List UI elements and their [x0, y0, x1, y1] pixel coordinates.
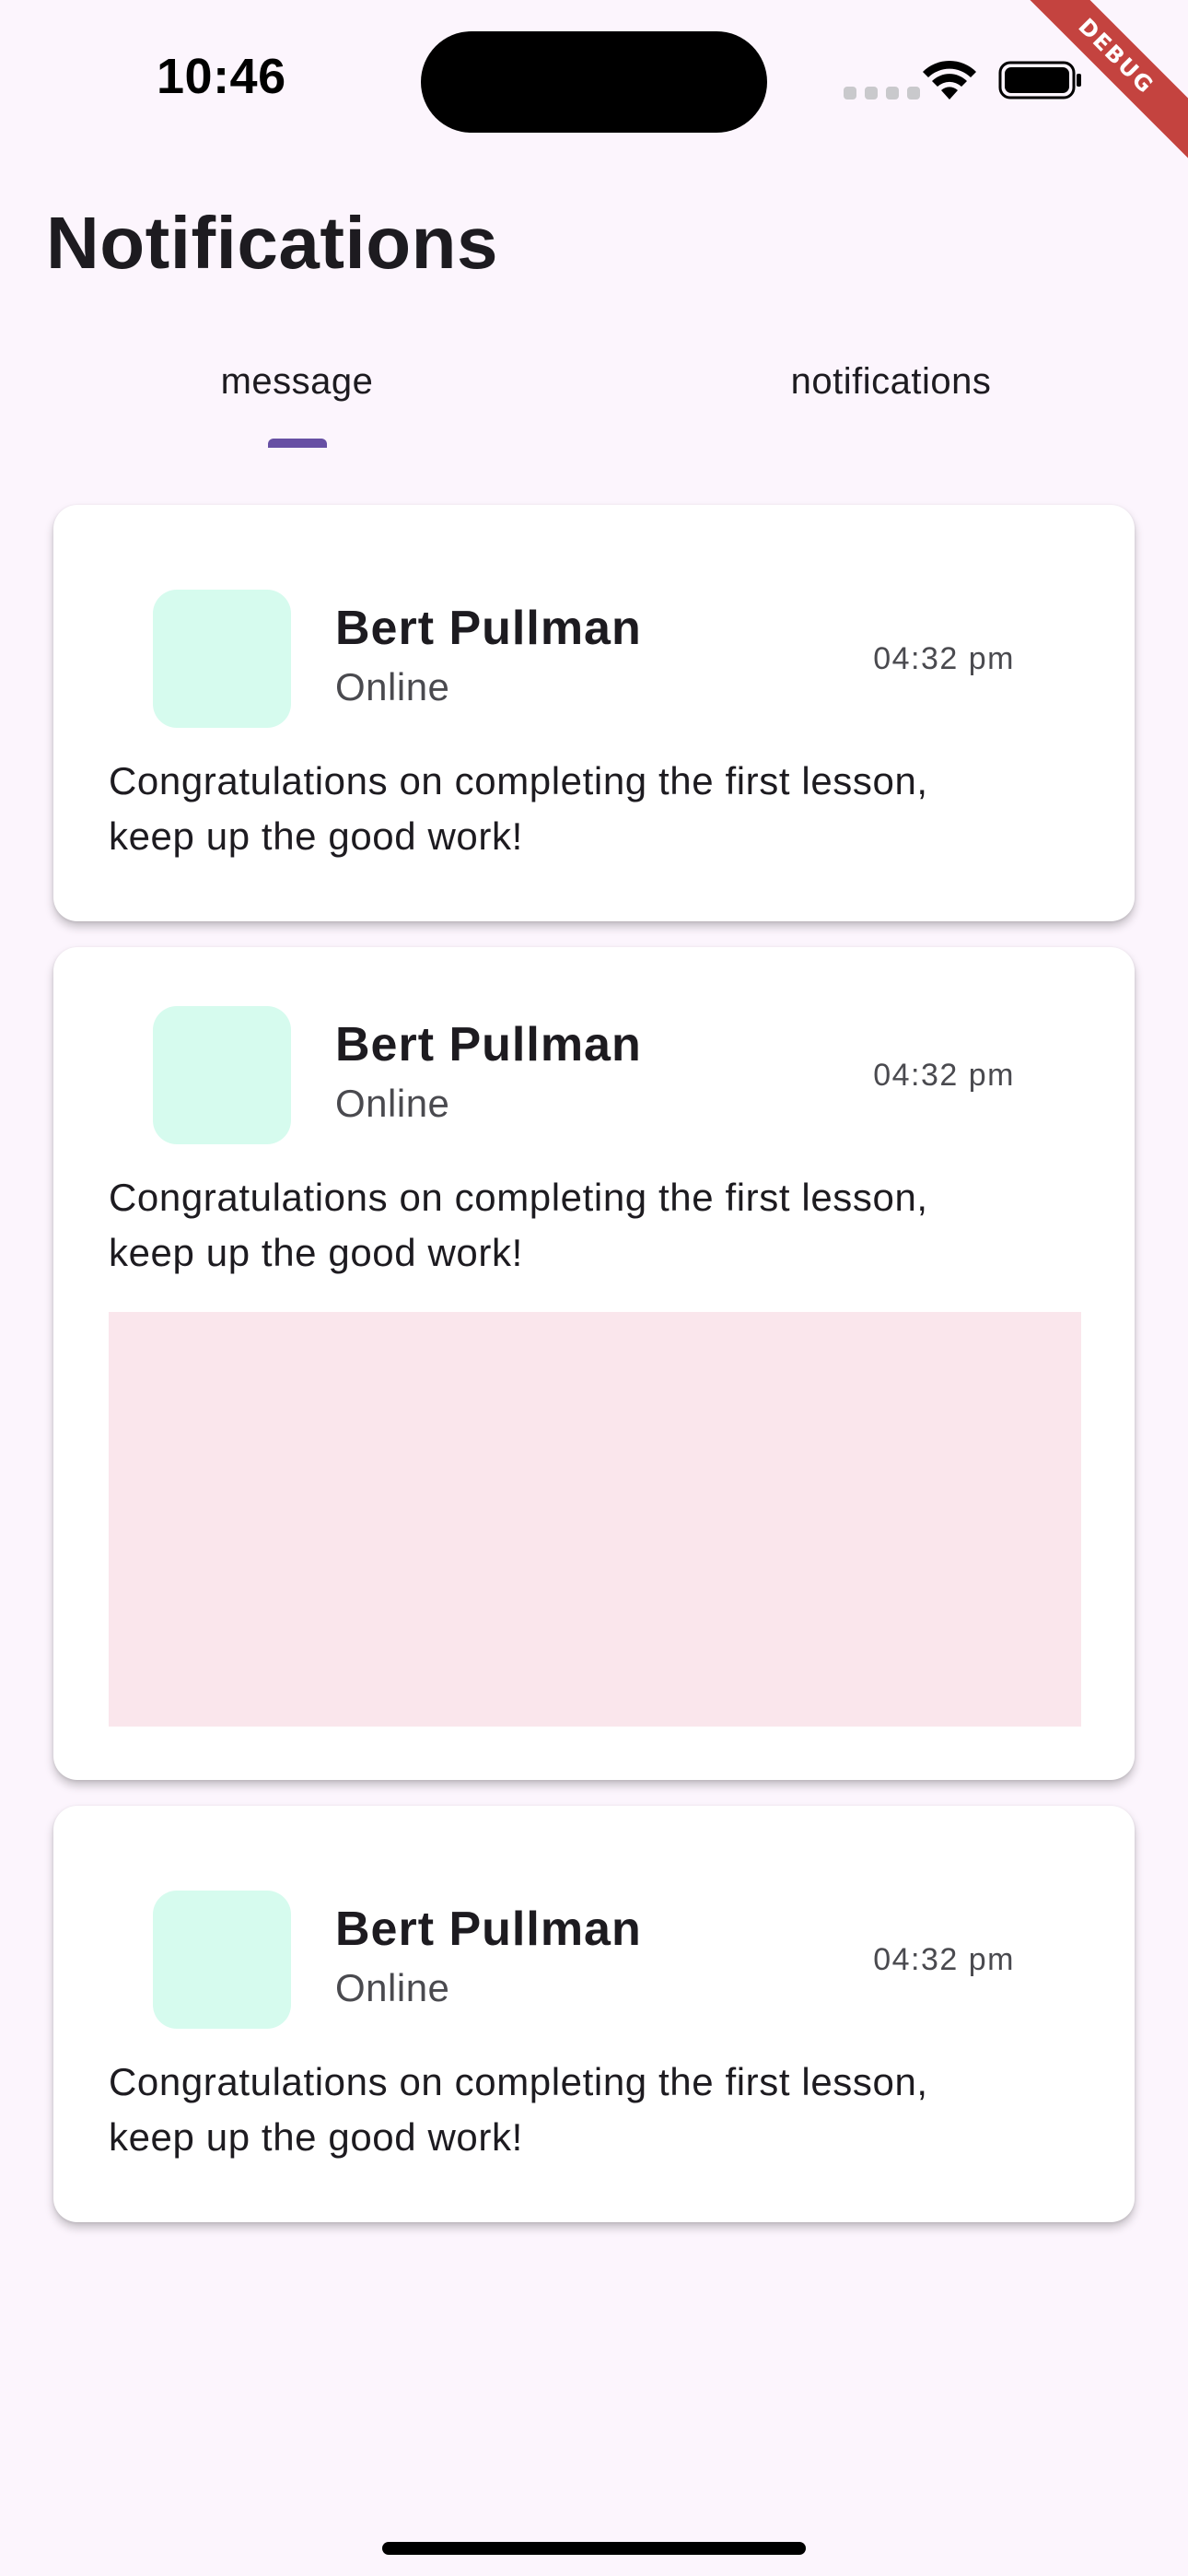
message-body: Congratulations on completing the first …	[109, 1176, 928, 1274]
message-card[interactable]: Bert Pullman Online 04:32 pm Congratulat…	[53, 947, 1135, 1780]
sender-status: Online	[335, 1082, 450, 1125]
home-indicator[interactable]	[382, 2542, 806, 2555]
avatar	[153, 1891, 291, 2029]
sender-status: Online	[335, 1966, 450, 2009]
sender-status: Online	[335, 665, 450, 708]
tab-label: notifications	[790, 361, 992, 402]
message-time: 04:32 pm	[873, 641, 1015, 676]
page-title: Notifications	[46, 202, 498, 284]
wifi-icon	[923, 60, 976, 100]
tab-label: message	[220, 361, 374, 402]
avatar	[153, 590, 291, 728]
message-card[interactable]: Bert Pullman Online 04:32 pm Congratulat…	[53, 505, 1135, 921]
dynamic-island	[421, 31, 767, 133]
sender-name: Bert Pullman	[335, 602, 642, 655]
message-body: Congratulations on completing the first …	[109, 2060, 928, 2159]
avatar	[153, 1006, 291, 1144]
tab-message[interactable]: message	[0, 350, 594, 451]
message-time: 04:32 pm	[873, 1058, 1015, 1093]
status-bar-time: 10:46	[157, 49, 286, 104]
message-image-placeholder[interactable]	[109, 1312, 1081, 1727]
tab-bar: message notifications	[0, 350, 1188, 451]
tab-notifications[interactable]: notifications	[594, 350, 1188, 451]
message-time: 04:32 pm	[873, 1942, 1015, 1977]
sender-name: Bert Pullman	[335, 1903, 642, 1956]
signal-icon	[844, 87, 920, 100]
battery-icon	[998, 61, 1081, 100]
sender-name: Bert Pullman	[335, 1018, 642, 1071]
tab-selected-indicator	[267, 439, 327, 448]
message-body: Congratulations on completing the first …	[109, 759, 928, 858]
message-card[interactable]: Bert Pullman Online 04:32 pm Congratulat…	[53, 1806, 1135, 2222]
